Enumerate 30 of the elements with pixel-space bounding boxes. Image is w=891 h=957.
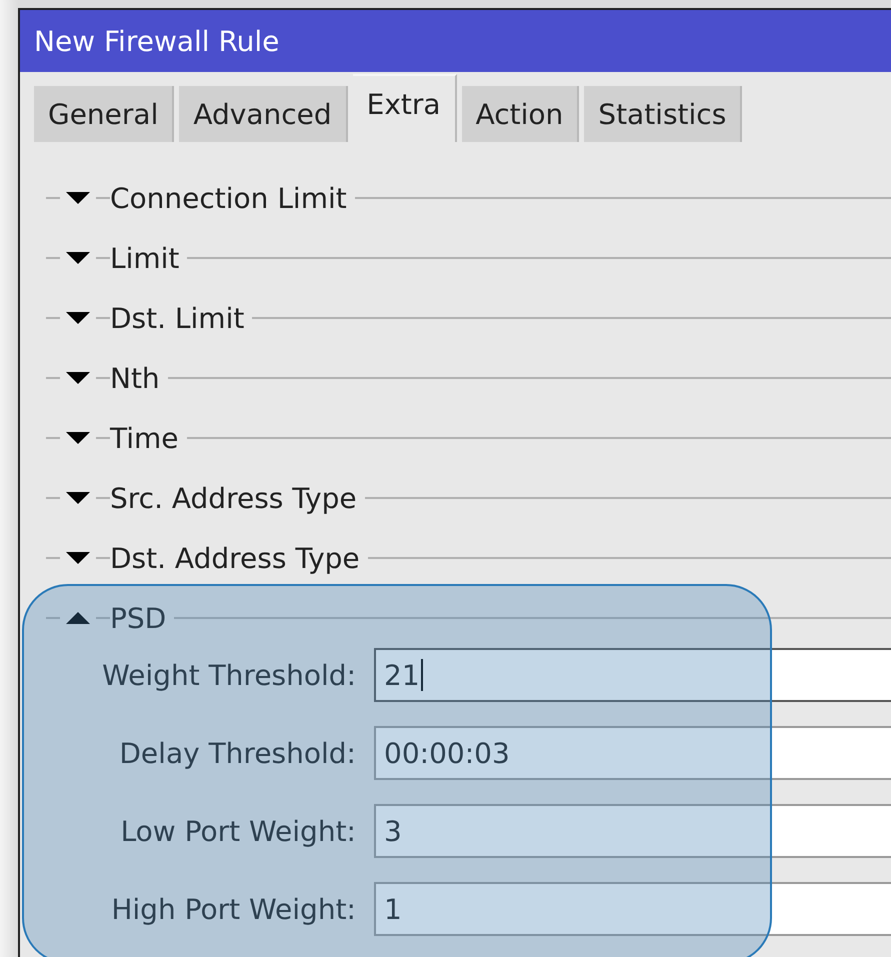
- input-field[interactable]: 1: [374, 882, 891, 936]
- window-title: New Firewall Rule: [20, 10, 891, 72]
- field-label: High Port Weight:: [110, 892, 356, 926]
- section-title[interactable]: Time: [110, 422, 179, 454]
- field-label: Low Port Weight:: [120, 814, 356, 848]
- field-label: Delay Threshold:: [118, 736, 356, 770]
- tab[interactable]: Extra: [352, 74, 457, 142]
- section-title[interactable]: PSD: [110, 602, 166, 634]
- expand-arrow-icon[interactable]: [66, 312, 90, 324]
- section-title[interactable]: Dst. Limit: [110, 302, 244, 334]
- expand-arrow-icon[interactable]: [66, 552, 90, 564]
- section-title[interactable]: Src. Address Type: [110, 482, 357, 514]
- section-title[interactable]: Dst. Address Type: [110, 542, 360, 574]
- tab[interactable]: General: [34, 86, 174, 142]
- tab[interactable]: Advanced: [179, 86, 348, 142]
- tab[interactable]: Action: [462, 86, 580, 142]
- input-field[interactable]: 21: [374, 648, 891, 702]
- input-field[interactable]: 00:00:03: [374, 726, 891, 780]
- field-label: Weight Threshold:: [101, 658, 356, 692]
- expand-arrow-icon[interactable]: [66, 252, 90, 264]
- expand-arrow-icon[interactable]: [66, 432, 90, 444]
- collapse-arrow-icon[interactable]: [66, 612, 90, 624]
- expand-arrow-icon[interactable]: [66, 372, 90, 384]
- section-title[interactable]: Nth: [110, 362, 160, 394]
- section-title[interactable]: Limit: [110, 242, 180, 274]
- expand-arrow-icon[interactable]: [66, 492, 90, 504]
- section-title[interactable]: Connection Limit: [110, 182, 347, 214]
- expand-arrow-icon[interactable]: [66, 192, 90, 204]
- input-field[interactable]: 3: [374, 804, 891, 858]
- tab[interactable]: Statistics: [584, 86, 742, 142]
